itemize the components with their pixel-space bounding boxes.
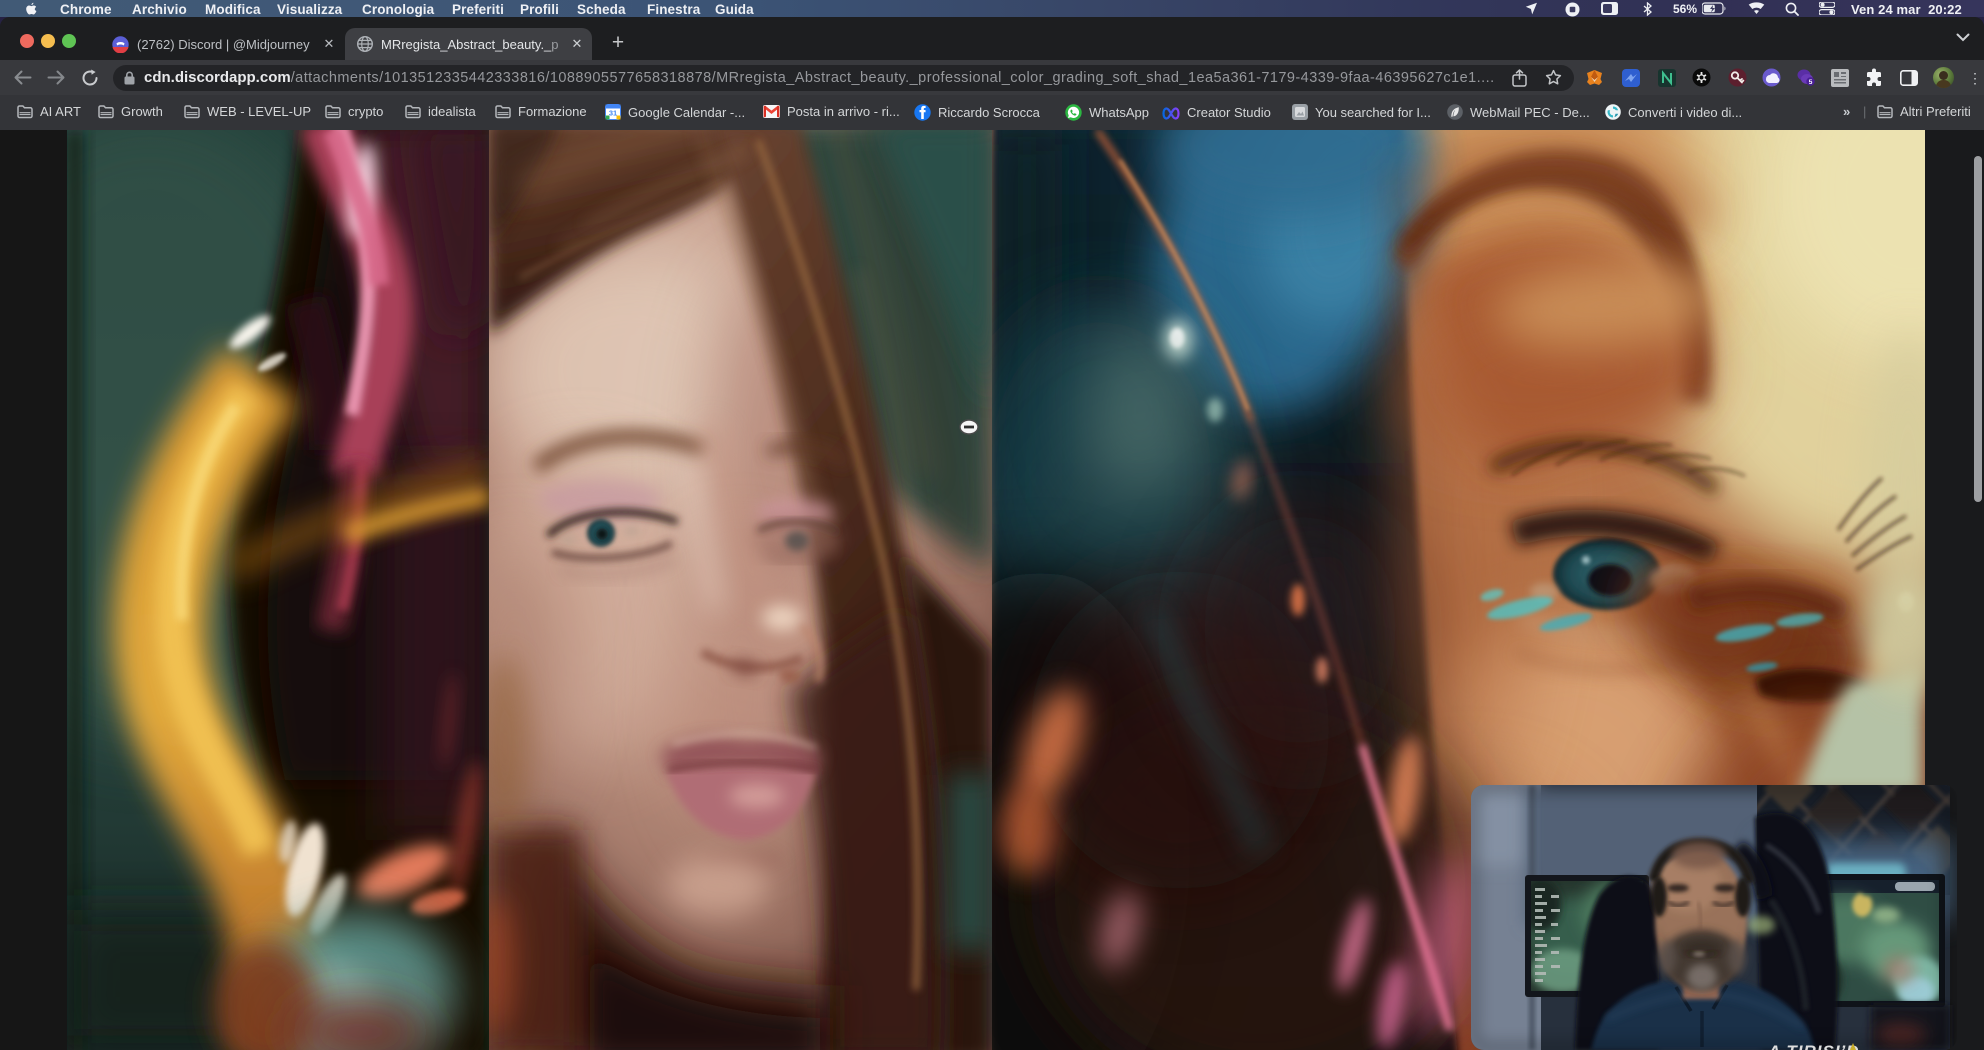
svg-text:31: 31 [609, 109, 617, 118]
svg-text:5: 5 [1809, 79, 1813, 86]
